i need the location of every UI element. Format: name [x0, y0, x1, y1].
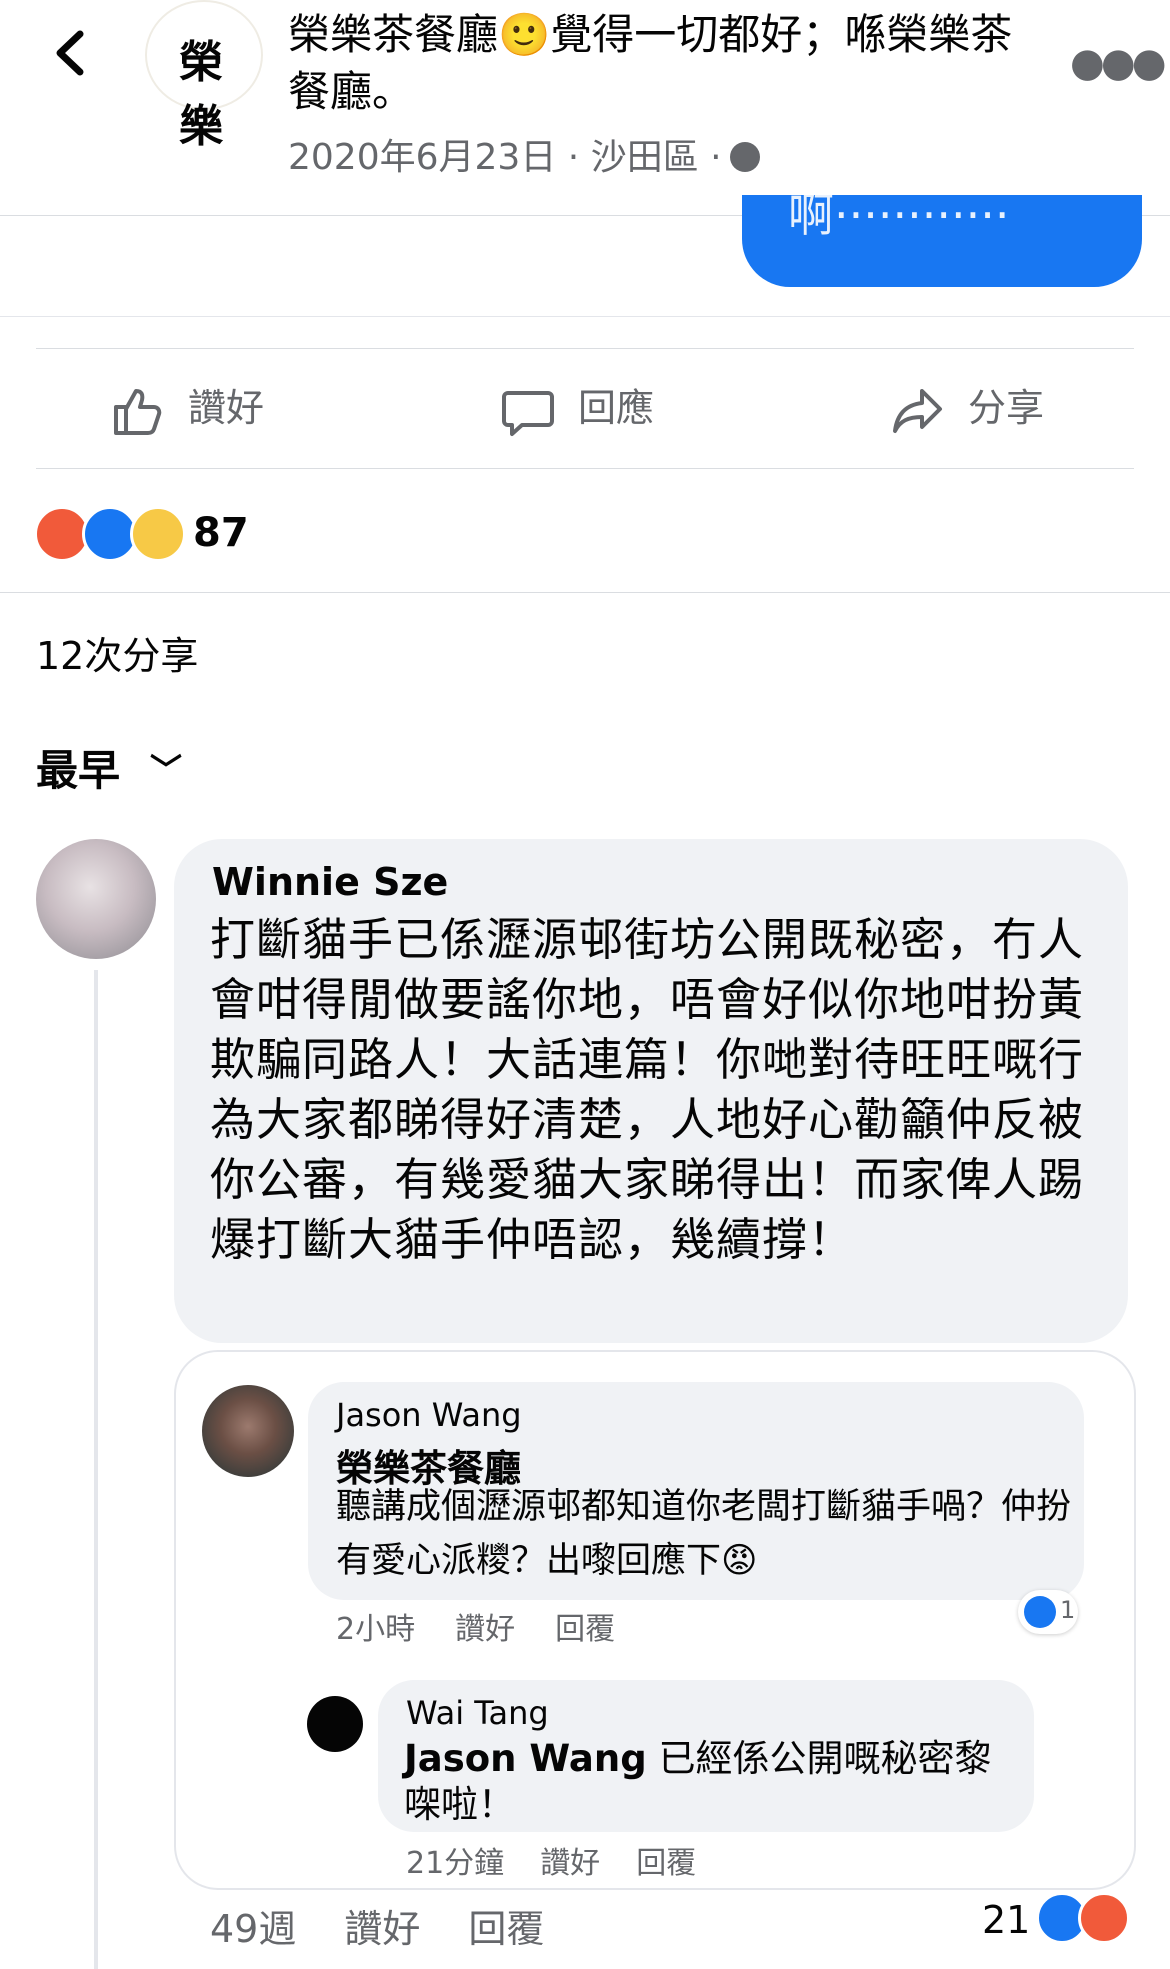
reply-author[interactable]: Wai Tang — [406, 1694, 549, 1732]
share-icon — [893, 388, 942, 433]
back-arrow-icon[interactable] — [50, 28, 90, 78]
post-meta: 2020年6月23日 · 沙田區 · — [288, 128, 760, 180]
divider — [36, 468, 1134, 469]
attached-image-fragment[interactable]: 啊············ — [742, 195, 1142, 287]
reply-meta: 2小時 讚好 回覆 — [336, 1604, 655, 1648]
comment-meta: 49週 讚好 回覆 — [210, 1898, 592, 1953]
post-date[interactable]: 2020年6月23日 — [288, 137, 556, 178]
reaction-count[interactable]: 87 — [193, 505, 249, 561]
reply-reply-button[interactable]: 回覆 — [636, 1846, 696, 1881]
share-button[interactable]: 分享 — [890, 376, 1044, 440]
avatar[interactable] — [307, 1696, 363, 1752]
page-logo-text: 榮 樂 — [179, 37, 229, 152]
reply-meta: 21分鐘 讚好 回覆 — [406, 1838, 732, 1882]
divider — [0, 316, 1170, 317]
reply-text: Jason Wang 已經係公開嘅秘密黎㗎啦！ — [404, 1736, 1024, 1828]
reply-reply-button[interactable]: 回覆 — [555, 1612, 615, 1647]
sort-label: 最早 — [36, 746, 121, 795]
mention-link[interactable]: Jason Wang — [404, 1737, 647, 1780]
comment-text: 打斷貓手已係瀝源邨街坊公開既秘密，冇人會咁得閒做要謠你地，唔會好似你地咁扮黃欺騙… — [210, 913, 1085, 1266]
globe-icon — [729, 142, 760, 172]
thumbs-up-icon — [114, 388, 162, 435]
divider — [36, 348, 1134, 349]
like-button[interactable]: 讚好 — [110, 376, 264, 440]
comment-reactions[interactable] — [1036, 1892, 1136, 1946]
reply-like-button[interactable]: 讚好 — [455, 1612, 515, 1647]
meta-separator: · — [567, 137, 580, 178]
comment-like-button[interactable]: 讚好 — [344, 1907, 420, 1951]
like-icon — [1024, 1596, 1056, 1628]
post-location[interactable]: 沙田區 — [591, 137, 699, 178]
comment-time: 49週 — [210, 1907, 297, 1951]
sad-icon — [130, 506, 186, 562]
reply-reaction-badge[interactable]: 1 — [1018, 1590, 1078, 1634]
comment-author[interactable]: Winnie Sze — [212, 860, 448, 904]
reply-time: 2小時 — [336, 1612, 416, 1647]
angry-icon — [1078, 1892, 1130, 1944]
avatar[interactable] — [36, 839, 156, 959]
reply-text: 聽講成個瀝源邨都知道你老闆打斷貓手喎？仲扮有愛心派糭？出嚟回應下😡 — [336, 1487, 1072, 1581]
share-count[interactable]: 12次分享 — [36, 628, 198, 684]
comment-icon — [502, 390, 554, 436]
comment-button[interactable]: 回應 — [500, 376, 654, 440]
comment-reaction-count[interactable]: 21 — [982, 1898, 1030, 1942]
image-text: 啊············ — [788, 195, 1010, 242]
comment-label: 回應 — [578, 386, 655, 430]
more-options-icon[interactable]: ●●● — [1070, 40, 1167, 86]
reply-like-count: 1 — [1060, 1596, 1076, 1624]
comment-reply-button[interactable]: 回覆 — [468, 1907, 544, 1951]
reply-time: 21分鐘 — [406, 1846, 505, 1881]
avatar[interactable] — [202, 1385, 294, 1477]
like-label: 讚好 — [188, 386, 265, 430]
comment-sort-dropdown[interactable]: 最早 ﹀ — [36, 740, 182, 801]
page-avatar[interactable]: 榮 樂 — [145, 0, 263, 152]
reply-author[interactable]: Jason Wang — [336, 1396, 522, 1434]
thread-line — [94, 970, 98, 1969]
share-label: 分享 — [968, 386, 1045, 430]
post-title: 榮樂茶餐廳🙂覺得一切都好；喺榮樂茶餐廳。 — [288, 10, 1013, 116]
divider — [0, 592, 1170, 593]
reply-like-button[interactable]: 讚好 — [540, 1846, 600, 1881]
chevron-down-icon: ﹀ — [150, 751, 183, 789]
meta-separator: · — [710, 137, 722, 178]
